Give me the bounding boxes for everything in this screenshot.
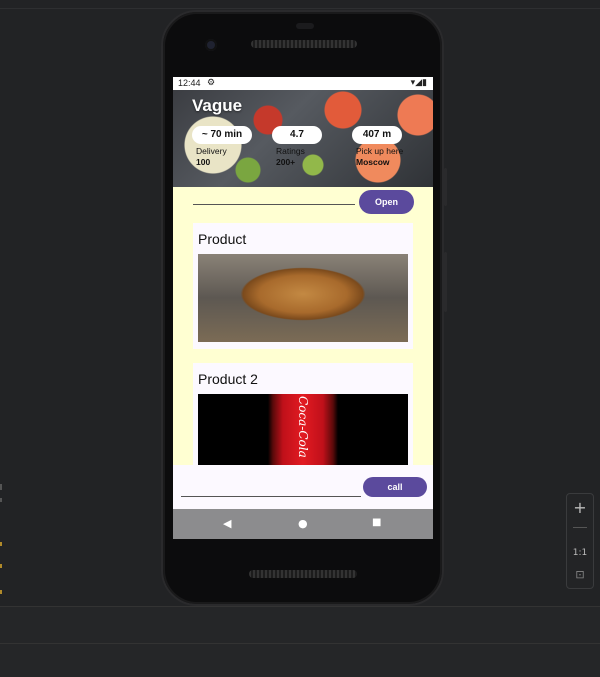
ratings-label: Ratings: [276, 146, 305, 156]
bottom-speaker: [249, 570, 357, 578]
pickup-info: 407 m Pick up here Moscow: [352, 126, 412, 167]
recents-icon[interactable]: ■: [372, 517, 381, 528]
distance-pill: 407 m: [352, 126, 402, 144]
app-screen: 12:44 ⚙ ▾◢▮ Vague ~ 70 min Delivery 100 …: [173, 77, 433, 539]
product-image-cola: Coca-Cola: [198, 394, 408, 466]
pickup-label: Pick up here: [356, 146, 404, 156]
product-card[interactable]: Product: [193, 223, 413, 349]
bottom-text-input[interactable]: [181, 496, 361, 497]
zoom-panel: + — 1:1 ⊡: [566, 493, 594, 589]
android-nav-bar: ◀ ● ■: [173, 509, 433, 539]
ide-top-divider: [0, 8, 600, 9]
zoom-reset-button[interactable]: 1:1: [567, 548, 593, 558]
power-button[interactable]: [444, 168, 447, 206]
product-2-title: Product 2: [198, 371, 258, 387]
signal-battery-icon: ▾◢▮: [410, 77, 427, 87]
pickup-city: Moscow: [356, 157, 390, 167]
delivery-value: 100: [196, 157, 211, 167]
gear-icon: ⚙: [207, 77, 216, 87]
ratings-info: 4.7 Ratings 200+: [272, 126, 332, 167]
ide-bottom-bar: [0, 606, 600, 677]
bottom-action-panel: call: [173, 465, 433, 509]
restaurant-title: Vague: [192, 96, 243, 115]
product-card-2[interactable]: Product 2 Coca-Cola: [193, 363, 413, 473]
status-bar: 12:44 ⚙ ▾◢▮: [173, 77, 433, 90]
status-time: 12:44: [178, 78, 201, 88]
earpiece-speaker: [251, 40, 357, 48]
call-button[interactable]: call: [363, 477, 427, 497]
proximity-sensor: [296, 23, 314, 29]
top-text-input[interactable]: [193, 204, 355, 205]
cola-brand-text: Coca-Cola: [296, 396, 310, 458]
delivery-time-pill: ~ 70 min: [192, 126, 252, 144]
product-title: Product: [198, 231, 247, 247]
product-image-bread: [198, 254, 408, 342]
back-icon[interactable]: ◀: [223, 517, 231, 530]
open-button[interactable]: Open: [359, 190, 414, 214]
rating-pill: 4.7: [272, 126, 322, 144]
ratings-value: 200+: [276, 157, 296, 167]
delivery-label: Delivery: [196, 146, 227, 156]
delivery-info: ~ 70 min Delivery 100: [192, 126, 252, 167]
home-icon[interactable]: ●: [298, 517, 308, 530]
volume-button[interactable]: [444, 252, 447, 312]
zoom-in-button[interactable]: +: [567, 498, 593, 517]
hero-banner: Vague ~ 70 min Delivery 100 4.7 Ratings …: [173, 90, 433, 187]
ide-left-gutter: [0, 478, 3, 608]
zoom-fit-icon[interactable]: ⊡: [567, 568, 593, 581]
front-camera-icon: [205, 39, 217, 51]
